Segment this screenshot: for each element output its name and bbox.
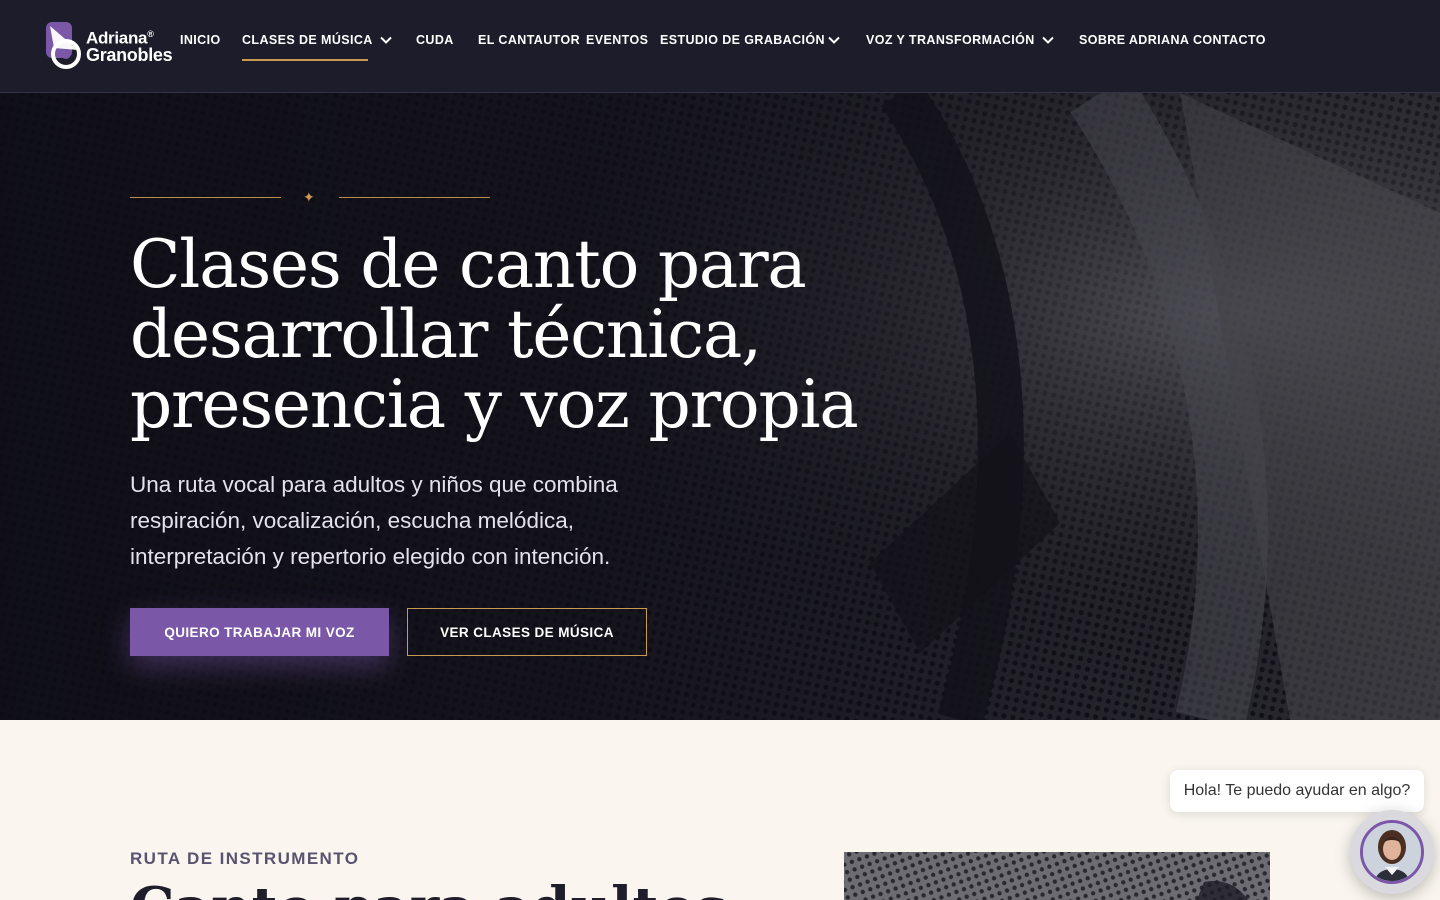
hero-subtitle: Una ruta vocal para adultos y niños que …	[130, 467, 690, 575]
top-navbar: Adriana® Granobles INICIO CLASES DE MÚSI…	[0, 0, 1440, 93]
view-music-classes-button[interactable]: VER CLASES DE MÚSICA	[407, 608, 647, 656]
nav-label: ESTUDIO DE GRABACIÓN	[660, 33, 825, 47]
nav-clases-de-musica[interactable]: CLASES DE MÚSICA	[242, 33, 392, 61]
hero-title: Clases de canto para desarrollar técnica…	[130, 230, 890, 440]
nav-sobre-adriana[interactable]: SOBRE ADRIANA	[1079, 33, 1189, 51]
chat-greeting-bubble[interactable]: Hola! Te puedo ayudar en algo?	[1170, 770, 1424, 812]
hero-title-line: Clases de canto para	[130, 226, 807, 303]
microphone-image-graphic	[844, 852, 1270, 900]
hero-title-line: presencia y voz propia	[130, 366, 859, 443]
hero-title-line: desarrollar técnica,	[130, 296, 762, 373]
chevron-down-icon	[828, 36, 840, 44]
microphone-image	[844, 852, 1270, 900]
hero-section: ✦ Clases de canto para desarrollar técni…	[0, 93, 1440, 720]
assistant-portrait	[1360, 820, 1424, 884]
section-eyebrow: RUTA DE INSTRUMENTO	[130, 849, 360, 868]
nav-cuda[interactable]: CUDA	[416, 33, 454, 51]
nav-eventos[interactable]: EVENTOS	[586, 33, 648, 51]
divider-line-right	[339, 197, 490, 198]
logo-mark-icon	[46, 22, 81, 69]
brand-logo[interactable]: Adriana® Granobles	[44, 20, 176, 72]
sparkle-icon: ✦	[303, 189, 315, 205]
chevron-down-icon	[1042, 36, 1054, 44]
nav-estudio-de-grabacion[interactable]: ESTUDIO DE GRABACIÓN	[660, 33, 840, 51]
hero-subtitle-line: Una ruta vocal para adultos y niños que …	[130, 472, 618, 497]
divider-line-left	[130, 197, 281, 198]
nav-label: VOZ Y TRANSFORMACIÓN	[866, 33, 1035, 47]
hero-subtitle-line: interpretación y repertorio elegido con …	[130, 544, 611, 569]
person-avatar-icon	[1363, 823, 1421, 881]
chevron-down-icon	[380, 36, 392, 44]
chat-assistant-avatar[interactable]	[1350, 810, 1434, 894]
nav-el-cantautor[interactable]: EL CANTAUTOR	[478, 33, 580, 51]
brand-name: Adriana® Granobles	[86, 28, 173, 65]
hero-subtitle-line: respiración, vocalización, escucha melód…	[130, 508, 574, 533]
nav-contacto[interactable]: CONTACTO	[1193, 33, 1266, 51]
work-my-voice-button[interactable]: QUIERO TRABAJAR MI VOZ	[130, 608, 389, 656]
nav-voz-y-transformacion[interactable]: VOZ Y TRANSFORMACIÓN	[866, 33, 1054, 51]
nav-label: CLASES DE MÚSICA	[242, 33, 373, 47]
section-title: Canto para adultos	[130, 878, 727, 900]
nav-inicio[interactable]: INICIO	[180, 33, 221, 51]
active-underline	[242, 59, 368, 61]
